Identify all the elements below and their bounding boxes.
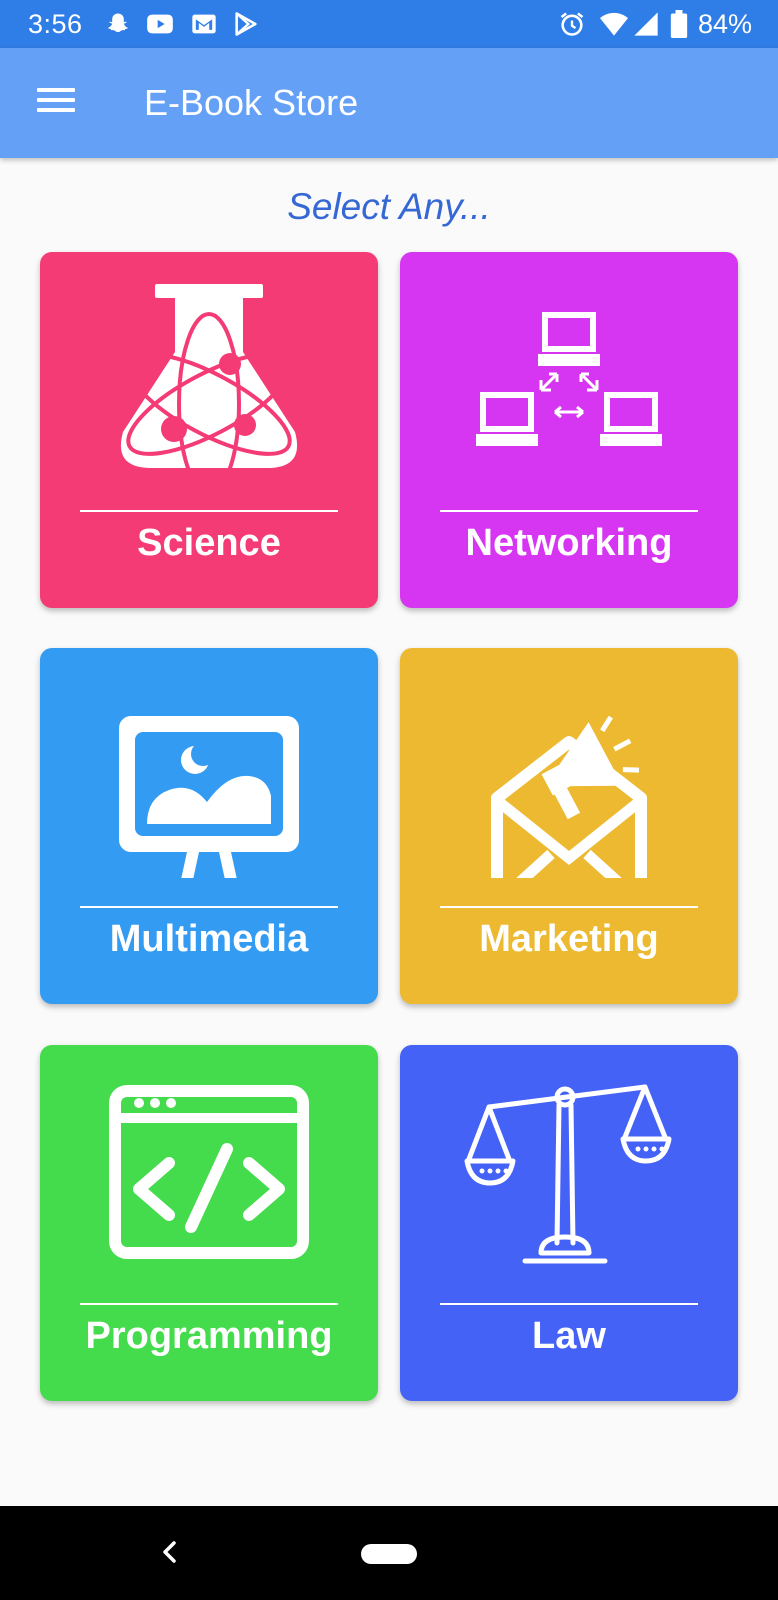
select-heading: Select Any... (287, 186, 491, 227)
card-divider (440, 510, 698, 512)
multimedia-presentation-icon (119, 716, 299, 878)
science-flask-icon (120, 284, 298, 482)
status-time: 3:56 (28, 9, 83, 39)
app-bar: E-Book Store (0, 48, 778, 158)
category-card-networking[interactable]: Networking (400, 252, 738, 608)
category-card-multimedia[interactable]: Multimedia (40, 648, 378, 1004)
snapchat-icon (107, 13, 129, 33)
system-nav-bar (0, 1506, 778, 1600)
alarm-icon (560, 12, 584, 36)
category-card-science[interactable]: Science (40, 252, 378, 608)
back-icon[interactable] (150, 1532, 190, 1572)
category-label: Programming (85, 1315, 333, 1357)
youtube-icon (147, 14, 173, 34)
gmail-icon (192, 14, 216, 34)
battery-percentage: 84% (698, 9, 753, 39)
card-divider (80, 510, 338, 512)
category-card-marketing[interactable]: Marketing (400, 648, 738, 1004)
wifi-icon (600, 12, 628, 36)
category-card-law[interactable]: Law (400, 1045, 738, 1401)
home-pill-button[interactable] (361, 1544, 417, 1564)
category-label: Networking (465, 522, 673, 564)
app-title: E-Book Store (144, 82, 359, 123)
network-computers-icon (476, 312, 662, 446)
code-window-icon (109, 1085, 309, 1259)
signal-icon (634, 12, 658, 36)
hamburger-menu-icon[interactable] (30, 82, 80, 124)
category-label: Science (137, 522, 281, 564)
card-divider (440, 906, 698, 908)
card-divider (440, 1303, 698, 1305)
play-store-icon (235, 12, 257, 36)
status-bar: 3:56 84% (0, 0, 778, 48)
category-label: Marketing (479, 918, 659, 960)
marketing-megaphone-icon (491, 715, 647, 878)
category-label: Law (532, 1315, 606, 1357)
card-divider (80, 906, 338, 908)
category-label: Multimedia (109, 918, 309, 960)
law-scales-icon (464, 1084, 672, 1264)
category-card-programming[interactable]: Programming (40, 1045, 378, 1401)
card-divider (80, 1303, 338, 1305)
battery-icon (670, 10, 688, 38)
